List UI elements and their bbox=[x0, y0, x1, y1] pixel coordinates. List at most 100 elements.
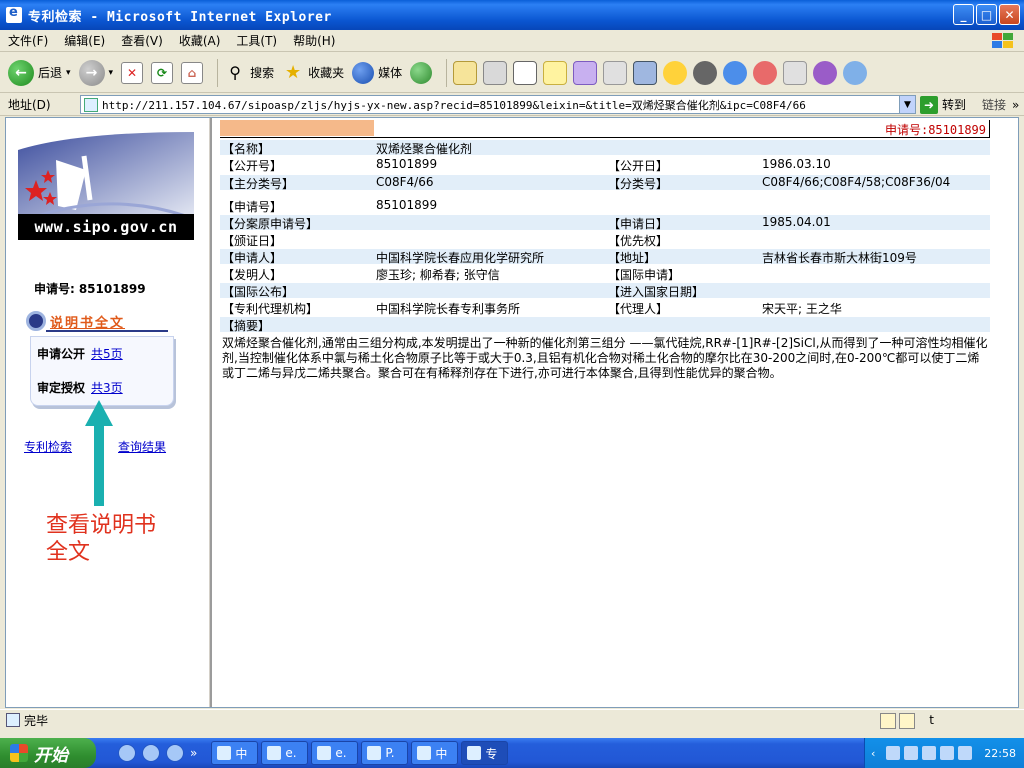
taskbar-window-label: 专 bbox=[485, 746, 498, 761]
frame-divider[interactable] bbox=[209, 118, 212, 707]
maximize-button[interactable]: □ bbox=[976, 4, 997, 25]
go-label: 转到 bbox=[942, 98, 967, 112]
globe-icon[interactable] bbox=[723, 60, 748, 85]
mail-icon[interactable] bbox=[453, 60, 478, 85]
menu-tools[interactable]: 工具(T) bbox=[236, 32, 277, 49]
record-row: 【发明人】 廖玉珍; 柳希春; 张守信 【国际申请】 bbox=[220, 266, 990, 282]
quick-launch-icon[interactable] bbox=[166, 744, 184, 762]
links-toolbar[interactable]: 链接 bbox=[982, 96, 1006, 113]
back-dropdown-icon[interactable]: ▾ bbox=[66, 68, 71, 78]
clock: 22:58 bbox=[984, 746, 1016, 760]
tool-icon[interactable] bbox=[633, 60, 658, 85]
minimize-button[interactable]: _ bbox=[953, 4, 974, 25]
tray-icon[interactable] bbox=[886, 746, 901, 760]
quick-launch-icon[interactable] bbox=[118, 744, 136, 762]
back-button[interactable]: ← 后退 ▾ bbox=[8, 59, 71, 86]
close-button[interactable]: ✕ bbox=[999, 4, 1020, 25]
query-results-link[interactable]: 查询结果 bbox=[118, 438, 166, 455]
field-label: 【申请日】 bbox=[608, 217, 669, 231]
taskbar-window-button[interactable]: 专 bbox=[461, 741, 509, 765]
stop-icon: ✕ bbox=[121, 61, 144, 84]
plugin-icon[interactable] bbox=[693, 60, 718, 85]
refresh-button[interactable]: ⟳ bbox=[151, 61, 174, 84]
edit-icon[interactable] bbox=[513, 60, 538, 85]
window-icon bbox=[467, 746, 482, 760]
stop-button[interactable]: ✕ bbox=[121, 61, 144, 84]
record-row: 【颁证日】 【优先权】 bbox=[220, 232, 990, 248]
window-controls: _ □ ✕ bbox=[953, 4, 1020, 25]
smiley-icon[interactable] bbox=[663, 60, 688, 85]
address-label: 地址(D) bbox=[8, 98, 51, 112]
tray-icon[interactable] bbox=[904, 746, 919, 760]
print-icon[interactable] bbox=[483, 60, 508, 85]
red-tool-icon[interactable] bbox=[753, 60, 778, 85]
start-windows-icon bbox=[10, 744, 28, 762]
media-button[interactable]: 媒体 bbox=[352, 61, 403, 84]
links-chevron-icon[interactable]: » bbox=[1012, 98, 1019, 112]
record-row: 【申请号】 85101899 bbox=[220, 198, 990, 214]
forward-dropdown-icon[interactable]: ▾ bbox=[109, 68, 114, 78]
status-zone-icons bbox=[880, 712, 930, 730]
field-label: 【地址】 bbox=[608, 251, 657, 265]
menu-file[interactable]: 文件(F) bbox=[8, 32, 48, 49]
field-label: 【专利代理机构】 bbox=[222, 302, 319, 316]
menu-view[interactable]: 查看(V) bbox=[121, 32, 163, 49]
media-label: 媒体 bbox=[378, 66, 403, 80]
address-input[interactable]: http://211.157.104.67/sipoasp/zljs/hyjs-… bbox=[80, 95, 900, 114]
forward-button[interactable]: → ▾ bbox=[78, 59, 114, 86]
history-button[interactable] bbox=[410, 61, 433, 84]
taskbar-window-button[interactable]: 中 bbox=[411, 741, 459, 765]
system-tray: ‹ 22:58 bbox=[864, 738, 1024, 768]
spec-row-publication: 申请公开 共5页 bbox=[37, 345, 123, 362]
cn-domain-icon[interactable] bbox=[603, 60, 628, 85]
taskbar-window-button[interactable]: P. bbox=[361, 741, 409, 765]
spec-pages-link[interactable]: 共5页 bbox=[91, 347, 123, 361]
note-icon[interactable] bbox=[543, 60, 568, 85]
window-icon bbox=[417, 746, 432, 760]
patent-search-link[interactable]: 专利检索 bbox=[24, 438, 72, 455]
page-content: www.sipo.gov.cn 申请号: 85101899 说明书全文 申请公开共… bbox=[5, 117, 1019, 708]
status-page-icon bbox=[6, 713, 20, 727]
menu-edit[interactable]: 编辑(E) bbox=[64, 32, 105, 49]
field-value: 吉林省长春市斯大林街109号 bbox=[762, 251, 917, 265]
taskbar-window-button[interactable]: e. bbox=[261, 741, 309, 765]
taskbar-window-label: e. bbox=[285, 746, 297, 760]
field-value: 中国科学院长春专利事务所 bbox=[376, 302, 521, 316]
task-buttons: 中 e. e. P. 中 专 bbox=[211, 741, 509, 765]
field-value: 85101899 bbox=[376, 198, 438, 212]
go-button[interactable]: ➜ 转到 bbox=[920, 95, 967, 114]
refresh-icon: ⟳ bbox=[151, 61, 174, 84]
tray-icon[interactable] bbox=[940, 746, 955, 760]
favorites-label: 收藏夹 bbox=[308, 66, 345, 80]
start-button[interactable]: 开始 bbox=[0, 738, 96, 768]
app-no-label: 申请号: bbox=[34, 282, 75, 296]
msn-people-icon[interactable] bbox=[843, 60, 868, 85]
field-label: 【摘要】 bbox=[222, 319, 271, 333]
field-label: 【发明人】 bbox=[222, 268, 283, 282]
tray-icon[interactable] bbox=[958, 746, 973, 760]
address-dropdown-button[interactable]: ▼ bbox=[899, 95, 916, 114]
us-domain-icon[interactable] bbox=[783, 60, 808, 85]
field-value: 85101899 bbox=[376, 157, 438, 171]
annotation-arrow-icon bbox=[85, 400, 113, 506]
taskbar-window-button[interactable]: 中 bbox=[211, 741, 259, 765]
tray-expand-icon[interactable]: ‹ bbox=[871, 747, 875, 760]
record-frame: 申请号:85101899 【名称】 双烯烃聚合催化剂 【公开号】 85101899 【公… bbox=[218, 118, 992, 707]
messenger-icon[interactable] bbox=[573, 60, 598, 85]
menu-help[interactable]: 帮助(H) bbox=[293, 32, 335, 49]
field-label: 【分类号】 bbox=[608, 177, 669, 191]
yahoo-icon[interactable] bbox=[813, 60, 838, 85]
home-button[interactable]: ⌂ bbox=[181, 61, 204, 84]
window-icon bbox=[317, 746, 332, 760]
quick-launch-icon[interactable] bbox=[142, 744, 160, 762]
menu-favorites[interactable]: 收藏(A) bbox=[179, 32, 221, 49]
quick-launch bbox=[118, 744, 184, 762]
left-application-number: 申请号: 85101899 bbox=[34, 280, 146, 297]
favorites-button[interactable]: ★ 收藏夹 bbox=[282, 62, 344, 84]
quick-launch-chevron-icon[interactable]: » bbox=[190, 746, 197, 760]
taskbar-window-button[interactable]: e. bbox=[311, 741, 359, 765]
spec-pages-link[interactable]: 共3页 bbox=[91, 381, 123, 395]
search-button[interactable]: ⚲ 搜索 bbox=[224, 62, 274, 84]
tray-icon[interactable] bbox=[922, 746, 937, 760]
field-label: 【国际公布】 bbox=[222, 285, 295, 299]
